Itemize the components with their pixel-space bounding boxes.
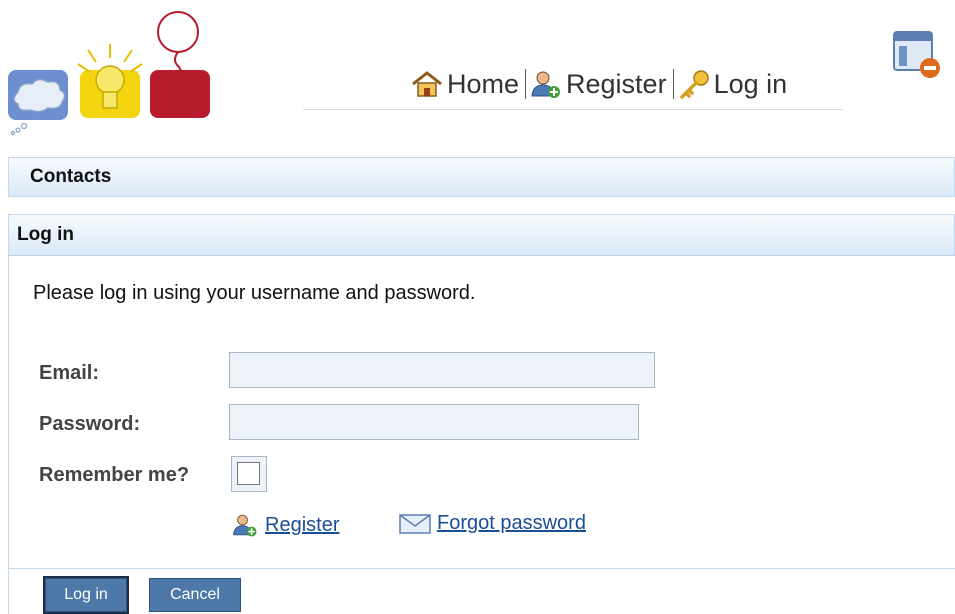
nav-separator (525, 69, 527, 99)
login-form: Please log in using your username and pa… (8, 256, 955, 614)
form-footer-divider (9, 568, 955, 569)
email-label: Email: (39, 362, 100, 384)
nav-login-link[interactable]: Log in (677, 68, 788, 100)
window-minus-icon[interactable] (892, 30, 942, 80)
password-field[interactable] (229, 404, 639, 440)
contacts-header[interactable]: Contacts (8, 157, 955, 197)
password-label: Password: (39, 413, 141, 435)
site-logo (8, 11, 210, 136)
login-panel-title: Log in (17, 224, 74, 245)
register-link-row: Register (231, 512, 339, 538)
login-intro-text: Please log in using your username and pa… (33, 282, 476, 304)
register-link[interactable]: Register (265, 514, 339, 537)
nav-home-link[interactable]: Home (410, 69, 519, 100)
remember-me-checkbox[interactable] (231, 456, 267, 492)
nav-divider (303, 109, 843, 110)
login-panel-header: Log in (8, 214, 955, 256)
home-icon (412, 71, 442, 97)
checkbox-box (237, 462, 260, 485)
nav-register-label: Register (566, 68, 667, 99)
email-field[interactable] (229, 352, 655, 388)
cancel-button[interactable]: Cancel (149, 578, 241, 612)
forgot-link-row: Forgot password (399, 512, 586, 535)
user-add-icon (233, 514, 257, 537)
nav-separator (672, 69, 674, 99)
forgot-password-link[interactable]: Forgot password (437, 512, 586, 535)
nav-home-label: Home (447, 68, 520, 99)
login-button[interactable]: Log in (43, 576, 129, 614)
key-icon (679, 70, 709, 99)
user-add-icon (531, 71, 561, 98)
nav-register-link[interactable]: Register (529, 69, 667, 100)
envelope-icon (399, 513, 431, 534)
nav-login-label: Log in (713, 68, 788, 99)
remember-me-label: Remember me? (39, 464, 190, 486)
contacts-title: Contacts (30, 166, 112, 187)
top-nav: Home Register Log in (410, 64, 787, 104)
